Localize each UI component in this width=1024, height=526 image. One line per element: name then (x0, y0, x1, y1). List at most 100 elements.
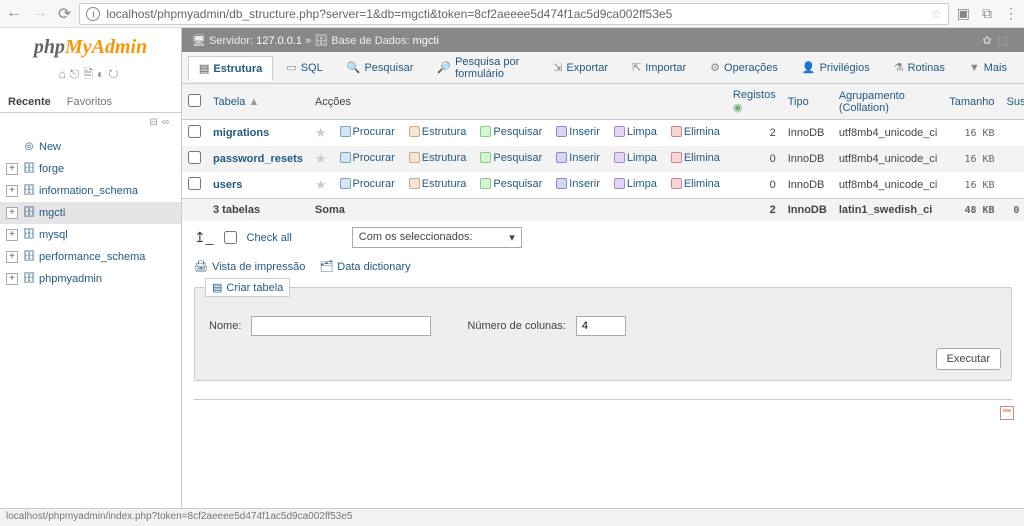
row-checkbox[interactable] (188, 177, 201, 190)
tab-rotinas[interactable]: ⚗Rotinas (883, 55, 956, 80)
expand-icon[interactable]: + (6, 273, 18, 285)
col-overhead[interactable]: Suspenso (1001, 84, 1024, 120)
search-action[interactable]: Pesquisar (480, 152, 542, 164)
search-action[interactable]: Pesquisar (480, 126, 542, 138)
favorite-star-icon[interactable]: ★ (315, 125, 327, 140)
execute-button[interactable]: Executar (936, 348, 1001, 370)
data-dictionary-link[interactable]: 🗂Data dictionary (319, 260, 410, 273)
url-input[interactable]: i localhost/phpmyadmin/db_structure.php?… (79, 3, 948, 25)
drop-action[interactable]: Elimina (671, 152, 720, 164)
back-icon[interactable]: ← (6, 4, 22, 24)
forward-icon[interactable]: → (32, 4, 48, 24)
tree-item-New[interactable]: ◎New (0, 136, 181, 158)
panel-toggle-icon[interactable]: ⬚ (998, 35, 1014, 47)
row-records: 0 (727, 146, 782, 172)
tree-item-performance_schema[interactable]: +🗄performance_schema (0, 246, 181, 268)
create-table-legend: ▤ Criar tabela (205, 278, 290, 297)
table-cols-input[interactable] (576, 316, 626, 336)
empty-action[interactable]: Limpa (614, 178, 657, 190)
browse-action-icon (340, 152, 351, 163)
tab-sql[interactable]: ▭SQL (275, 55, 333, 80)
tab-importar[interactable]: ⇱Importar (621, 55, 697, 80)
tab-pesquisa-por-formulário[interactable]: 🔎Pesquisa por formulário (426, 50, 540, 86)
checkall-label[interactable]: Check all (247, 232, 292, 244)
reload-icon[interactable]: ⟳ (58, 4, 71, 24)
empty-action[interactable]: Limpa (614, 152, 657, 164)
table-name-link[interactable]: users (213, 179, 242, 191)
col-table[interactable]: Tabela ▲ (207, 84, 309, 120)
expand-icon[interactable]: + (6, 229, 18, 241)
tab-operações[interactable]: ⚙Operações (699, 55, 789, 80)
server-icon: 🖥 (192, 35, 206, 47)
col-rows[interactable]: Registos ◉ (727, 84, 782, 120)
home-icon[interactable]: ⌂ (59, 67, 70, 81)
tree-item-information_schema[interactable]: +🗄information_schema (0, 180, 181, 202)
logo[interactable]: phpMyAdmin (0, 28, 181, 63)
tab-mais[interactable]: ▼Mais (958, 56, 1018, 80)
expand-icon[interactable]: + (6, 251, 18, 263)
doc-icon[interactable]: 🗎 (83, 67, 97, 81)
logout-icon[interactable]: ⎋ (70, 67, 84, 81)
row-checkbox[interactable] (188, 125, 201, 138)
expand-icon[interactable]: + (6, 207, 18, 219)
favorite-star-icon[interactable]: ★ (315, 177, 327, 192)
tab-exportar[interactable]: ⇲Exportar (542, 55, 619, 80)
structure-action[interactable]: Estrutura (409, 152, 467, 164)
tree-item-phpmyadmin[interactable]: +🗄phpmyadmin (0, 268, 181, 290)
new-icon: ◎ (22, 138, 36, 156)
tree-item-mgcti[interactable]: +🗄mgcti (0, 202, 181, 224)
url-text: localhost/phpmyadmin/db_structure.php?se… (106, 7, 672, 21)
name-label: Nome: (209, 320, 241, 332)
with-selected-dropdown[interactable]: Com os seleccionados:▾ (352, 227, 522, 248)
table-name-link[interactable]: migrations (213, 127, 269, 139)
content: 🖥 Servidor: 127.0.0.1 » 🗄 Base de Dados:… (182, 28, 1024, 508)
tab-pesquisar[interactable]: 🔍Pesquisar (336, 55, 425, 80)
structure-action[interactable]: Estrutura (409, 178, 467, 190)
info-icon[interactable]: i (86, 7, 100, 21)
insert-action[interactable]: Inserir (556, 152, 600, 164)
table-name-link[interactable]: password_resets (213, 153, 303, 165)
structure-action[interactable]: Estrutura (409, 126, 467, 138)
drop-action[interactable]: Elimina (671, 126, 720, 138)
tree-item-forge[interactable]: +🗄forge (0, 158, 181, 180)
tab-privilégios[interactable]: 👤Privilégios (791, 55, 881, 80)
search-action[interactable]: Pesquisar (480, 178, 542, 190)
col-size[interactable]: Tamanho (943, 84, 1000, 120)
checkbox-all[interactable] (188, 94, 201, 107)
tab-estrutura[interactable]: ▤Estrutura (188, 56, 273, 81)
tree-item-mysql[interactable]: +🗄mysql (0, 224, 181, 246)
calendar-icon[interactable] (1000, 406, 1014, 420)
row-checkbox[interactable] (188, 151, 201, 164)
printer-icon: 🖨 (194, 260, 208, 273)
col-collation[interactable]: Agrupamento (Collation) (833, 84, 943, 120)
insert-action[interactable]: Inserir (556, 178, 600, 190)
expand-icon[interactable]: + (6, 163, 18, 175)
insert-action[interactable]: Inserir (556, 126, 600, 138)
favorite-star-icon[interactable]: ★ (315, 151, 327, 166)
browse-action[interactable]: Procurar (340, 178, 395, 190)
expand-icon[interactable]: + (6, 185, 18, 197)
row-records: 2 (727, 120, 782, 147)
tab-icon: ⇱ (632, 61, 641, 74)
empty-action[interactable]: Limpa (614, 126, 657, 138)
sidebar-tab-favorites[interactable]: Favoritos (59, 92, 120, 112)
collapse-icon[interactable]: ⊟ (149, 117, 161, 128)
browser-extensions: ▣ ⧉ ⋮ (957, 5, 1018, 22)
print-view-link[interactable]: 🖨Vista de impressão (194, 260, 305, 273)
reload-sidebar-icon[interactable]: ↻ (108, 67, 122, 81)
ext-icon-2[interactable]: ⧉ (982, 5, 992, 22)
link-icon[interactable]: ∞ (162, 117, 173, 128)
menu-icon[interactable]: ⋮ (1004, 5, 1018, 22)
bookmark-star-icon[interactable]: ☆ (931, 7, 942, 21)
browse-action[interactable]: Procurar (340, 126, 395, 138)
drop-action[interactable]: Elimina (671, 178, 720, 190)
table-name-input[interactable] (251, 316, 431, 336)
settings-gear-icon[interactable]: ✿ (982, 35, 997, 47)
ext-icon-1[interactable]: ▣ (957, 5, 970, 22)
checkbox-checkall[interactable] (224, 231, 237, 244)
sidebar-tab-recent[interactable]: Recente (0, 92, 59, 112)
adjust-icon[interactable]: ◐ (97, 67, 108, 81)
browse-action[interactable]: Procurar (340, 152, 395, 164)
chevron-down-icon: ▾ (509, 231, 515, 244)
col-type[interactable]: Tipo (782, 84, 833, 120)
